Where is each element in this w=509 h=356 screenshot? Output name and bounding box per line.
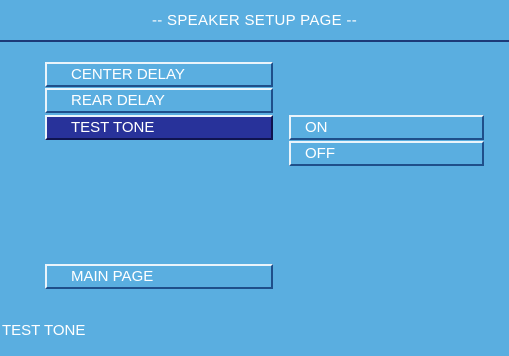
status-text: TEST TONE — [2, 322, 86, 339]
test-tone-on-option[interactable]: ON — [289, 115, 484, 140]
test-tone-button[interactable]: TEST TONE — [45, 115, 273, 140]
page-title: -- SPEAKER SETUP PAGE -- — [0, 0, 509, 42]
speaker-setup-screen: -- SPEAKER SETUP PAGE -- CENTER DELAY RE… — [0, 0, 509, 356]
rear-delay-button[interactable]: REAR DELAY — [45, 88, 273, 113]
main-page-button[interactable]: MAIN PAGE — [45, 264, 273, 289]
test-tone-off-option[interactable]: OFF — [289, 141, 484, 166]
center-delay-button[interactable]: CENTER DELAY — [45, 62, 273, 87]
